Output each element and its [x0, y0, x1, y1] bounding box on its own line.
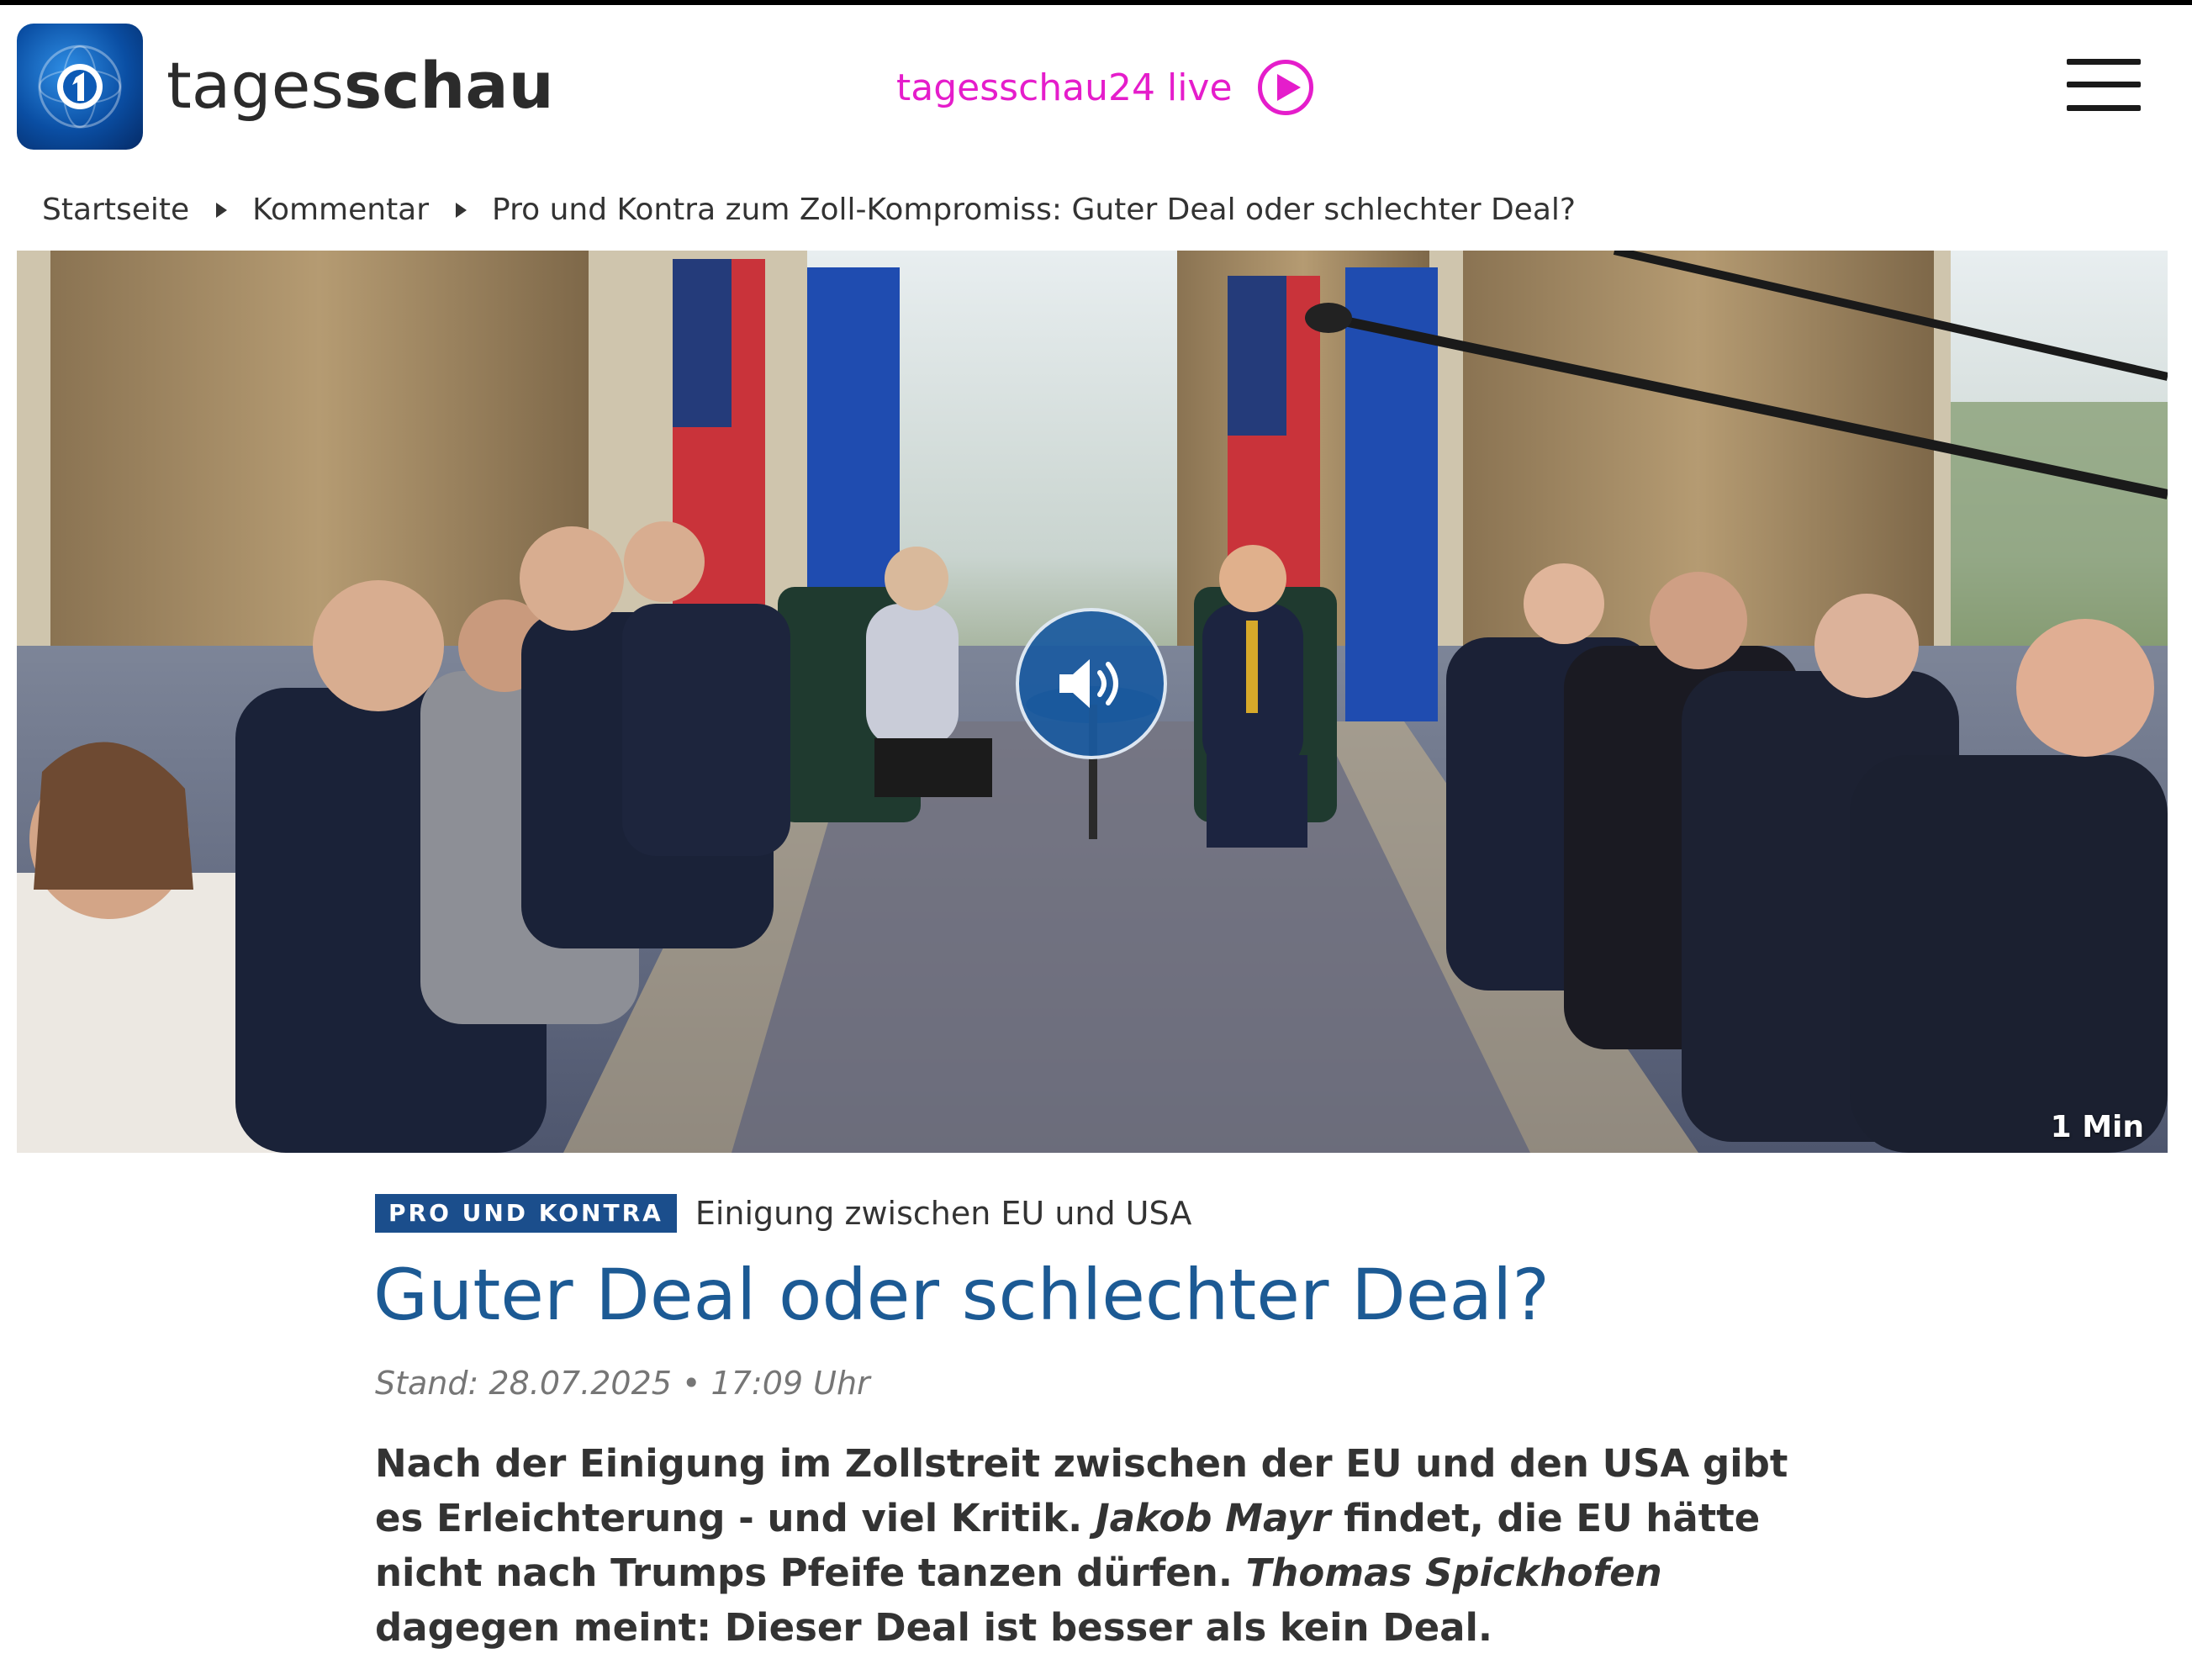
- breadcrumb-startseite[interactable]: Startseite: [42, 187, 189, 234]
- headline: Guter Deal oder schlechter Deal?: [373, 1254, 1550, 1336]
- hero-video[interactable]: 1 Min: [17, 251, 2168, 1153]
- breadcrumb-current: Pro und Kontra zum Zoll-Kompromiss: Gute…: [492, 193, 1576, 227]
- breadcrumb: Startseite Kommentar Pro und Kontra zum …: [42, 187, 1576, 234]
- breadcrumb-arrow-icon: [456, 203, 467, 218]
- duration-label: 1 Min: [2050, 1110, 2144, 1144]
- topline: Einigung zwischen EU und USA: [695, 1195, 1192, 1232]
- category-badge: PRO UND KONTRA: [375, 1194, 677, 1233]
- brand-regular: tages: [166, 48, 344, 123]
- hamburger-menu-icon[interactable]: [2067, 59, 2141, 111]
- lead-text-3: dagegen meint: Dieser Deal ist besser al…: [375, 1605, 1493, 1650]
- live-stream-link[interactable]: tagesschau24 live: [896, 54, 1313, 121]
- audio-play-button[interactable]: [1016, 608, 1167, 759]
- brand-logo-text[interactable]: tagesschau: [166, 44, 554, 128]
- lead-paragraph: Nach der Einigung im Zollstreit zwischen…: [375, 1436, 1821, 1655]
- kicker-row: PRO UND KONTRA Einigung zwischen EU und …: [375, 1194, 1191, 1233]
- author-1: Jakob Mayr: [1095, 1496, 1331, 1540]
- top-border: [0, 0, 2192, 5]
- breadcrumb-kommentar[interactable]: Kommentar: [252, 187, 429, 234]
- breadcrumb-arrow-icon: [216, 203, 228, 218]
- timestamp: Stand: 28.07.2025 • 17:09 Uhr: [375, 1365, 870, 1402]
- play-icon: [1257, 60, 1313, 115]
- ard-logo-icon[interactable]: [17, 24, 143, 150]
- live-label: tagesschau24 live: [896, 66, 1233, 109]
- speaker-icon: [1059, 659, 1118, 708]
- author-2: Thomas Spickhofen: [1245, 1551, 1662, 1595]
- brand-bold: schau: [343, 48, 554, 123]
